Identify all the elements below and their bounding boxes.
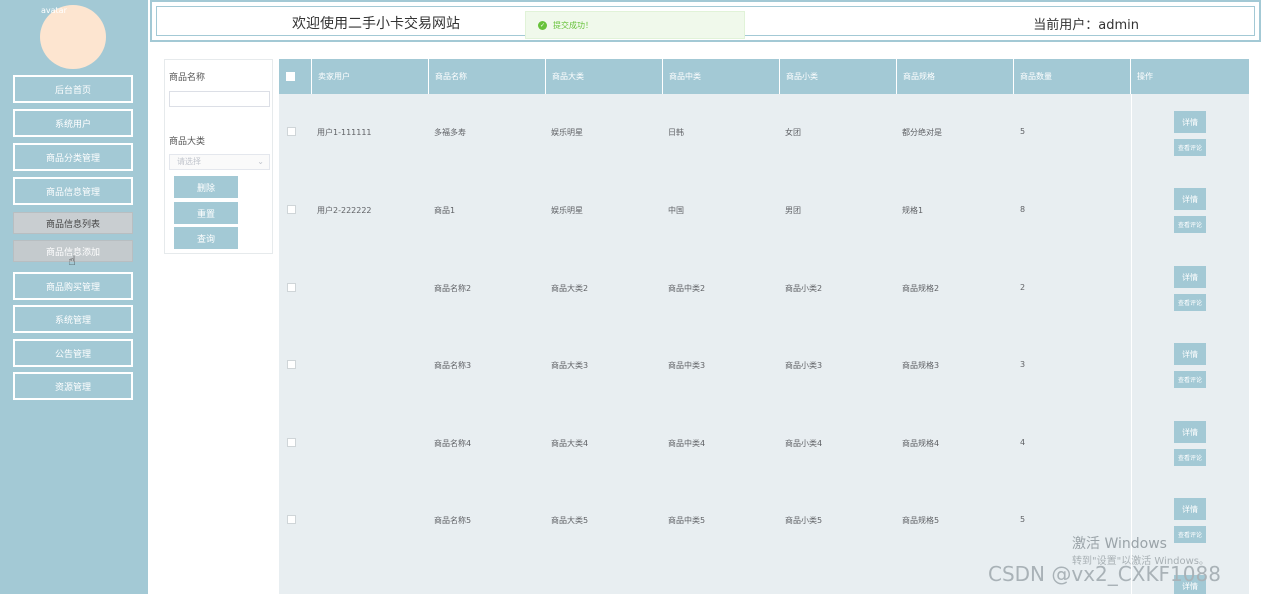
cell-major-category: 娱乐明星 bbox=[551, 206, 583, 215]
cell-name: 商品1 bbox=[434, 206, 456, 215]
sidebar-subitem-product-list[interactable]: 商品信息列表 bbox=[13, 212, 133, 234]
column-header-seller[interactable]: 卖家用户 bbox=[312, 59, 429, 94]
delete-button[interactable]: 删除 bbox=[174, 176, 238, 198]
cell-spec: 都分绝对是 bbox=[902, 128, 942, 137]
cell-quantity: 5 bbox=[1020, 127, 1026, 136]
cell-minor-category: 女团 bbox=[785, 128, 801, 137]
chevron-down-icon: ⌄ bbox=[257, 157, 264, 166]
search-panel: 商品名称 商品大类 请选择 ⌄ 删除 重置 查询 bbox=[164, 59, 273, 254]
sidebar-item-purchase-management[interactable]: 商品购买管理 bbox=[13, 272, 133, 300]
sidebar-item-category-management[interactable]: 商品分类管理 bbox=[13, 143, 133, 171]
cell-quantity: 8 bbox=[1020, 205, 1026, 214]
cell-minor-category: 男团 bbox=[785, 206, 801, 215]
select-placeholder: 请选择 bbox=[177, 157, 201, 166]
sidebar-item-product-management[interactable]: 商品信息管理 bbox=[13, 177, 133, 205]
windows-activation-watermark: 激活 Windows bbox=[1072, 536, 1167, 552]
actions-column-divider bbox=[1131, 94, 1132, 594]
cell-minor-category: 商品小类5 bbox=[785, 516, 823, 525]
cell-spec: 商品规格5 bbox=[902, 516, 940, 525]
product-category-label: 商品大类 bbox=[169, 137, 206, 147]
sidebar-item-system-management[interactable]: 系统管理 bbox=[13, 305, 133, 333]
view-comments-button[interactable]: 查看评论 bbox=[1174, 449, 1206, 466]
column-header-actions: 操作 bbox=[1137, 72, 1153, 81]
table-header: 卖家用户 商品名称 商品大类 商品中类 商品小类 商品规格 商品数量 操作 bbox=[279, 59, 1249, 94]
cell-major-category: 商品大类5 bbox=[551, 516, 589, 525]
cell-middle-category: 商品中类4 bbox=[668, 439, 706, 448]
cell-spec: 商品规格2 bbox=[902, 284, 940, 293]
column-header-name[interactable]: 商品名称 bbox=[429, 59, 546, 94]
cell-spec: 商品规格4 bbox=[902, 439, 940, 448]
avatar-broken-image-icon: avatar bbox=[41, 6, 67, 15]
detail-button[interactable]: 详情 bbox=[1174, 343, 1206, 365]
query-button[interactable]: 查询 bbox=[174, 227, 238, 249]
cell-middle-category: 商品中类2 bbox=[668, 284, 706, 293]
sidebar-item-resource-management[interactable]: 资源管理 bbox=[13, 372, 133, 400]
row-checkbox[interactable] bbox=[287, 205, 296, 214]
cell-spec: 商品规格3 bbox=[902, 361, 940, 370]
select-all-cell bbox=[279, 59, 312, 94]
site-title: 欢迎使用二手小卡交易网站 bbox=[292, 16, 460, 32]
cell-name: 商品名称3 bbox=[434, 361, 472, 370]
check-circle-icon: ✓ bbox=[538, 20, 547, 30]
view-comments-button[interactable]: 查看评论 bbox=[1174, 371, 1206, 388]
row-checkbox[interactable] bbox=[287, 515, 296, 524]
sidebar: avatar 后台首页 系统用户 商品分类管理 商品信息管理 商品信息列表 商品… bbox=[0, 0, 148, 594]
product-category-select[interactable]: 请选择 ⌄ bbox=[169, 154, 270, 170]
row-checkbox[interactable] bbox=[287, 283, 296, 292]
current-user: 当前用户：admin bbox=[1033, 18, 1139, 33]
product-table: 卖家用户 商品名称 商品大类 商品中类 商品小类 商品规格 商品数量 操作 用户… bbox=[279, 59, 1249, 594]
select-all-checkbox[interactable] bbox=[286, 72, 295, 81]
view-comments-button[interactable]: 查看评论 bbox=[1174, 216, 1206, 233]
toast-message: 提交成功！ bbox=[553, 20, 593, 30]
column-header-major-category[interactable]: 商品大类 bbox=[546, 59, 663, 94]
cell-major-category: 商品大类3 bbox=[551, 361, 589, 370]
reset-button[interactable]: 重置 bbox=[174, 202, 238, 224]
column-header-middle-category[interactable]: 商品中类 bbox=[663, 59, 780, 94]
cell-major-category: 商品大类4 bbox=[551, 439, 589, 448]
row-checkbox[interactable] bbox=[287, 360, 296, 369]
view-comments-button[interactable]: 查看评论 bbox=[1174, 526, 1206, 543]
hand-cursor-icon: ☝ bbox=[68, 254, 76, 269]
detail-button[interactable]: 详情 bbox=[1174, 421, 1206, 443]
cell-name: 商品名称5 bbox=[434, 516, 472, 525]
cell-middle-category: 中国 bbox=[668, 206, 684, 215]
cell-minor-category: 商品小类2 bbox=[785, 284, 823, 293]
cell-spec: 规格1 bbox=[902, 206, 924, 215]
cell-name: 多福多寿 bbox=[434, 128, 466, 137]
csdn-watermark: CSDN @vx2_CXKF1088 bbox=[988, 562, 1221, 586]
detail-button[interactable]: 详情 bbox=[1174, 266, 1206, 288]
detail-button[interactable]: 详情 bbox=[1174, 498, 1206, 520]
cell-seller: 用户1-111111 bbox=[317, 128, 372, 137]
detail-button[interactable]: 详情 bbox=[1174, 111, 1206, 133]
cell-major-category: 商品大类2 bbox=[551, 284, 589, 293]
cell-middle-category: 商品中类5 bbox=[668, 516, 706, 525]
cell-name: 商品名称4 bbox=[434, 439, 472, 448]
detail-button[interactable]: 详情 bbox=[1174, 188, 1206, 210]
column-header-quantity[interactable]: 商品数量 bbox=[1014, 59, 1131, 94]
product-name-input[interactable] bbox=[169, 91, 270, 107]
cell-quantity: 3 bbox=[1020, 360, 1026, 369]
cell-quantity: 4 bbox=[1020, 438, 1026, 447]
sidebar-item-system-users[interactable]: 系统用户 bbox=[13, 109, 133, 137]
cell-middle-category: 日韩 bbox=[668, 128, 684, 137]
cell-quantity: 5 bbox=[1020, 515, 1026, 524]
view-comments-button[interactable]: 查看评论 bbox=[1174, 294, 1206, 311]
cell-minor-category: 商品小类4 bbox=[785, 439, 823, 448]
cell-seller: 用户2-222222 bbox=[317, 206, 372, 215]
column-header-spec[interactable]: 商品规格 bbox=[897, 59, 1014, 94]
row-checkbox[interactable] bbox=[287, 127, 296, 136]
cell-minor-category: 商品小类3 bbox=[785, 361, 823, 370]
cell-middle-category: 商品中类3 bbox=[668, 361, 706, 370]
product-name-label: 商品名称 bbox=[169, 73, 206, 83]
view-comments-button[interactable]: 查看评论 bbox=[1174, 139, 1206, 156]
success-toast: ✓ 提交成功！ bbox=[525, 11, 745, 39]
sidebar-item-announcement-management[interactable]: 公告管理 bbox=[13, 339, 133, 367]
row-checkbox[interactable] bbox=[287, 438, 296, 447]
cell-quantity: 2 bbox=[1020, 283, 1026, 292]
cell-name: 商品名称2 bbox=[434, 284, 472, 293]
column-header-minor-category[interactable]: 商品小类 bbox=[780, 59, 897, 94]
sidebar-item-home[interactable]: 后台首页 bbox=[13, 75, 133, 103]
cell-major-category: 娱乐明星 bbox=[551, 128, 583, 137]
